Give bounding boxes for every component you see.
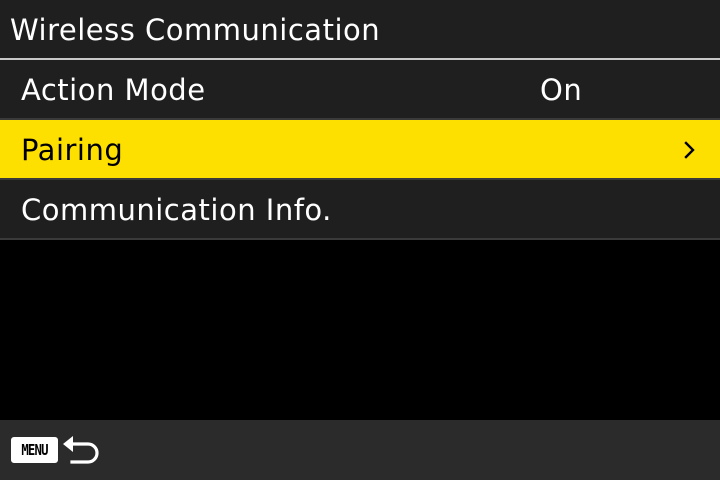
footer-bar [0,420,720,480]
page-title: Wireless Communication [10,13,381,47]
chevron-right-icon [684,141,695,159]
menu-list: Action Mode On Pairing Communication Inf… [0,60,720,240]
menu-item-communication-info[interactable]: Communication Info. [0,180,720,240]
menu-header: Wireless Communication [0,0,720,60]
camera-menu-screen: Wireless Communication Action Mode On Pa… [0,0,720,480]
menu-button-label: MENU [14,440,55,460]
menu-button[interactable]: MENU [11,437,58,463]
menu-item-label: Pairing [21,133,124,167]
menu-item-value: On [540,73,583,107]
menu-item-label: Action Mode [21,73,206,107]
menu-item-action-mode[interactable]: Action Mode On [0,60,720,120]
return-arrow-icon[interactable] [62,435,100,465]
menu-item-pairing[interactable]: Pairing [0,120,720,180]
menu-item-label: Communication Info. [21,193,332,227]
